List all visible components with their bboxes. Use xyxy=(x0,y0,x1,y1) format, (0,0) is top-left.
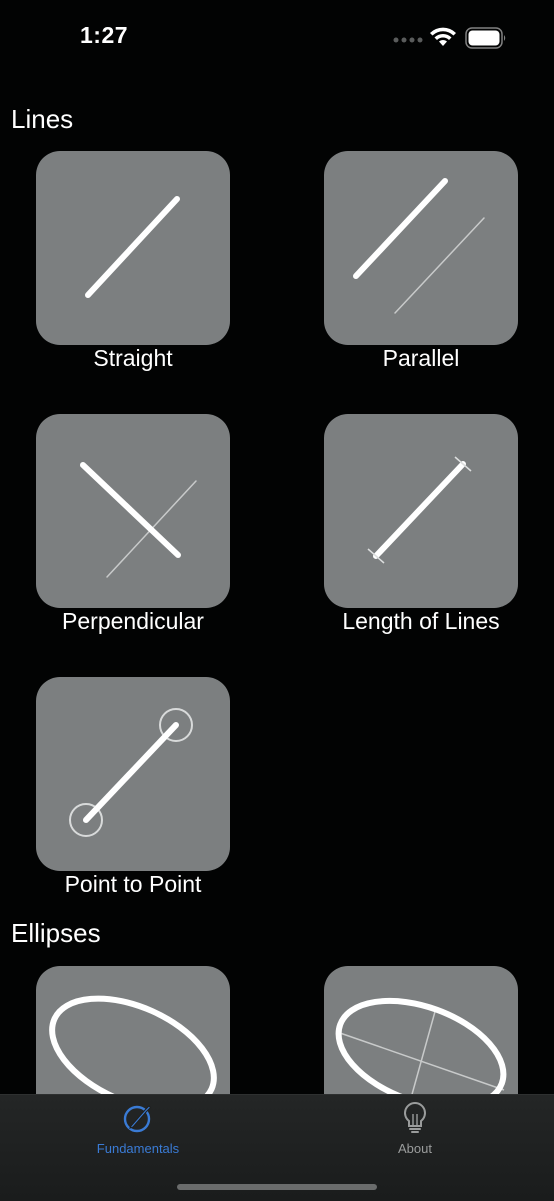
tile-straight[interactable] xyxy=(36,151,230,345)
tile-label-parallel: Parallel xyxy=(382,345,460,371)
lightbulb-icon xyxy=(404,1101,426,1133)
compass-pen-icon xyxy=(123,1105,152,1133)
parallel-lines-icon xyxy=(353,178,485,314)
tile-perpendicular[interactable] xyxy=(36,414,230,608)
status-time: 1:27 xyxy=(80,22,129,48)
tile-label-straight: Straight xyxy=(93,345,173,371)
tile-label-perpendicular: Perpendicular xyxy=(62,608,204,634)
tab-about[interactable]: About xyxy=(335,1095,495,1165)
tile-parallel[interactable] xyxy=(324,151,518,345)
battery-icon xyxy=(465,27,506,49)
section-title-ellipses: Ellipses xyxy=(11,918,101,948)
tile-label-length-of-lines: Length of Lines xyxy=(342,608,500,634)
straight-line-icon xyxy=(85,196,180,298)
wifi-icon xyxy=(430,27,456,46)
tile-label-point-to-point: Point to Point xyxy=(64,871,202,897)
perpendicular-lines-icon xyxy=(80,462,197,578)
length-of-lines-icon xyxy=(367,456,472,564)
tile-point-to-point[interactable] xyxy=(36,677,230,871)
tab-fundamentals[interactable]: Fundamentals xyxy=(58,1095,218,1165)
cellular-signal-icon xyxy=(393,37,423,43)
section-title-lines: Lines xyxy=(11,104,74,134)
home-indicator xyxy=(177,1184,377,1190)
tab-label-about: About xyxy=(398,1141,432,1156)
status-bar: 1:27 xyxy=(0,0,554,80)
tab-label-fundamentals: Fundamentals xyxy=(96,1141,180,1156)
tile-length-of-lines[interactable] xyxy=(324,414,518,608)
point-to-point-icon xyxy=(69,708,193,837)
